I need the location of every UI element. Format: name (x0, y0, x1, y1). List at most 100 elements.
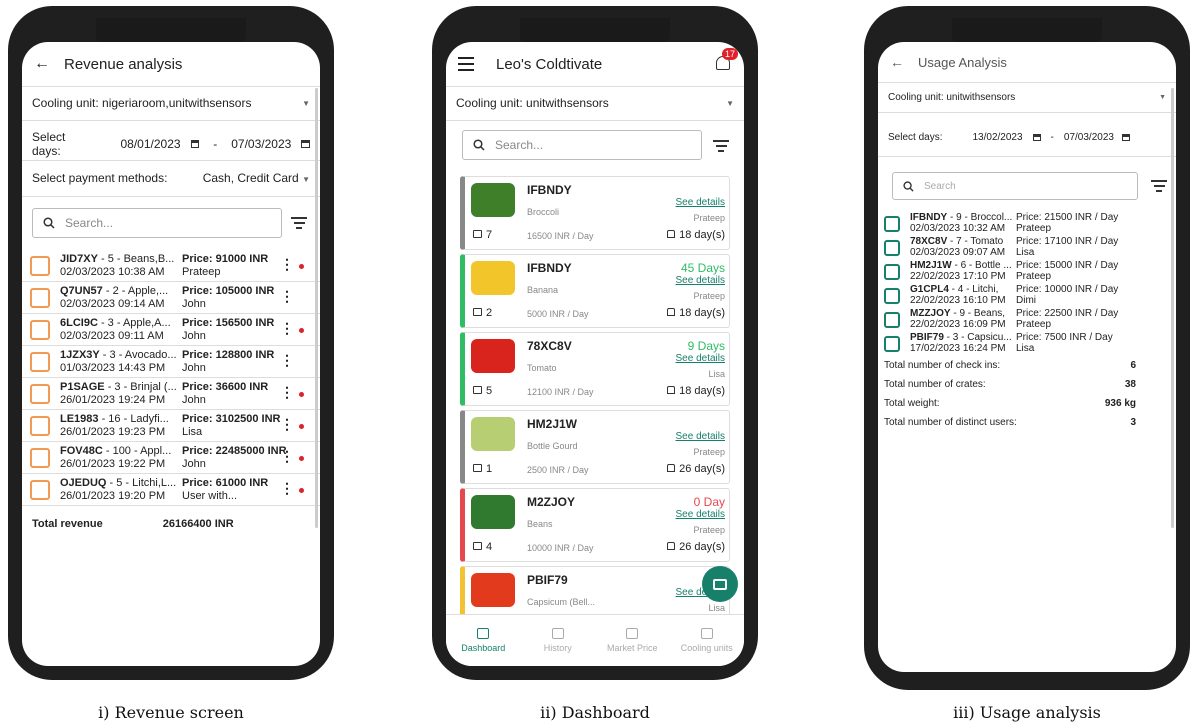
nav-item[interactable]: Cooling units (670, 615, 745, 666)
revenue-list-item[interactable]: FOV48C - 100 - Appl... 26/01/2023 19:22 P… (22, 442, 320, 474)
usage-list-item[interactable]: HM2J1W - 6 - Bottle ... 22/02/2023 17:10 … (884, 260, 1170, 283)
nav-item[interactable]: Dashboard (446, 615, 521, 666)
date-to-field[interactable]: 07/03/2023 (231, 137, 291, 151)
add-crate-fab[interactable] (702, 566, 738, 602)
more-vert-icon[interactable]: ⋮ (280, 353, 294, 367)
revenue-list-item[interactable]: JID7XY - 5 - Beans,B... 02/03/2023 10:38 … (22, 250, 320, 282)
crate-card[interactable]: M2ZJOY Beans 10000 INR / Day 4 0 Day See deta… (460, 488, 730, 562)
item-date: 01/03/2023 14:43 PM (60, 362, 166, 374)
more-vert-icon[interactable]: ⋮ (280, 481, 294, 495)
see-details-link[interactable]: See details (676, 431, 725, 442)
crate-code: IFBNDY (527, 183, 572, 197)
more-vert-icon[interactable]: ⋮ (280, 257, 294, 271)
revenue-list-item[interactable]: 6LCI9C - 3 - Apple,A... 02/03/2023 09:11 … (22, 314, 320, 346)
divider (878, 112, 1176, 113)
more-vert-icon[interactable]: ⋮ (280, 321, 294, 335)
date-range-row: Select days: 08/01/2023 - 07/03/2023 (22, 128, 320, 160)
item-user: User with... (182, 490, 238, 502)
revenue-list-item[interactable]: LE1983 - 16 - Ladyfi... 26/01/2023 19:23 … (22, 410, 320, 442)
menu-icon[interactable] (458, 57, 474, 71)
cooling-unit-select[interactable]: Cooling unit: unitwithsensors ▼ (878, 82, 1176, 112)
days-remaining: 0 Day (693, 495, 725, 509)
calendar-icon[interactable] (301, 140, 310, 148)
revenue-list-item[interactable]: OJEDUQ - 5 - Litchi,L... 26/01/2023 19:20… (22, 474, 320, 506)
crate-card[interactable]: 78XC8V Tomato 12100 INR / Day 5 9 Days See de… (460, 332, 730, 406)
revenue-list-item[interactable]: P1SAGE - 3 - Brinjal (... 26/01/2023 19:2… (22, 378, 320, 410)
crate-owner: Prateep (693, 213, 725, 223)
item-user: John (182, 394, 206, 406)
crate-count: 5 (473, 385, 492, 397)
item-date: 22/02/2023 16:10 PM (910, 295, 1006, 306)
crate-code: 78XC8V (527, 339, 572, 353)
crate-card[interactable]: IFBNDY Banana 5000 INR / Day 2 45 Days See de… (460, 254, 730, 328)
item-price-user: Price: 10000 INR / Day Dimi (1016, 284, 1118, 306)
calendar-icon[interactable] (190, 140, 200, 148)
date-from-field[interactable]: 13/02/2023 (972, 132, 1022, 143)
product-image (471, 495, 515, 529)
item-code: G1CPL4 (910, 284, 949, 295)
calendar-icon[interactable] (1032, 133, 1041, 141)
product-name: Beans (527, 519, 553, 529)
search-input[interactable]: Search... (462, 130, 702, 160)
more-vert-icon[interactable]: ⋮ (280, 385, 294, 399)
back-arrow-icon[interactable]: ← (890, 54, 904, 70)
filter-icon[interactable] (290, 217, 308, 231)
usage-list-item[interactable]: IFBNDY - 9 - Broccol... 02/03/2023 10:32 … (884, 212, 1170, 235)
scrollbar[interactable] (315, 88, 318, 528)
search-input[interactable]: Search (892, 172, 1138, 200)
item-price: Price: 128800 INR (182, 349, 275, 361)
back-arrow-icon[interactable]: ← (34, 55, 50, 73)
item-code: OJEDUQ (60, 477, 107, 489)
usage-screen: ← Usage Analysis Cooling unit: unitwiths… (878, 42, 1176, 672)
nav-item[interactable]: History (521, 615, 596, 666)
more-vert-icon[interactable]: ⋮ (280, 417, 294, 431)
cooling-unit-select[interactable]: Cooling unit: unitwithsensors ▼ (446, 86, 744, 120)
filter-icon[interactable] (1150, 180, 1168, 194)
bottom-nav: Dashboard History Market Price Cooling unit… (446, 614, 744, 666)
more-vert-icon[interactable]: ⋮ (280, 289, 294, 303)
date-from-field[interactable]: 08/01/2023 (121, 137, 181, 151)
cooling-unit-select[interactable]: Cooling unit: nigeriaroom,unitwithsensor… (22, 86, 320, 120)
usage-list-item[interactable]: 78XC8V - 7 - Tomato 02/03/2023 09:07 AM Pr… (884, 236, 1170, 259)
usage-list-item[interactable]: G1CPL4 - 4 - Litchi, 22/02/2023 16:10 PM P… (884, 284, 1170, 307)
phone-frame: ← Revenue analysis Cooling unit: nigeria… (8, 6, 334, 680)
crate-card[interactable]: IFBNDY Broccoli 16500 INR / Day 7 See detail… (460, 176, 730, 250)
item-price-user: Price: 3102500 INR Lisa (182, 413, 280, 439)
search-icon (43, 217, 55, 229)
usage-list-item[interactable]: PBIF79 - 3 - Capsicu... 17/02/2023 16:24 … (884, 332, 1170, 355)
item-user: Prateep (1016, 319, 1052, 330)
usage-list-item[interactable]: MZZJOY - 9 - Beans, 22/02/2023 16:09 PM Pr… (884, 308, 1170, 331)
payment-method-row[interactable]: Select payment methods: Cash, Credit Car… (22, 160, 320, 196)
item-summary: HM2J1W - 6 - Bottle ... 22/02/2023 17:10 … (910, 260, 1012, 282)
filter-icon[interactable] (712, 140, 730, 154)
see-details-link[interactable]: See details (676, 509, 725, 520)
item-user: John (182, 298, 206, 310)
cooling-unit-value: Cooling unit: nigeriaroom,unitwithsensor… (32, 96, 252, 110)
scrollbar[interactable] (1171, 88, 1174, 528)
price-per-day: 5000 INR / Day (527, 309, 589, 319)
search-input[interactable]: Search... (32, 208, 282, 238)
see-details-link[interactable]: See details (676, 353, 725, 364)
history-icon (551, 628, 564, 639)
crate-count-value: 7 (486, 229, 493, 241)
total-row: Total weight: 936 kg (884, 398, 1136, 409)
select-days-label: Select days: (888, 131, 943, 143)
date-to-field[interactable]: 07/03/2023 (1064, 132, 1114, 143)
crate-count: 4 (473, 541, 492, 553)
more-vert-icon[interactable]: ⋮ (280, 449, 294, 463)
revenue-list-item[interactable]: 1JZX3Y - 3 - Avocado... 01/03/2023 14:43 … (22, 346, 320, 378)
nav-item[interactable]: Market Price (595, 615, 670, 666)
crate-icon (30, 256, 50, 276)
crate-icon (884, 216, 900, 232)
crate-icon (473, 308, 482, 316)
total-label: Total number of check ins: (884, 360, 1001, 371)
see-details-link[interactable]: See details (676, 197, 725, 208)
total-label: Total weight: (884, 398, 940, 409)
crate-card[interactable]: HM2J1W Bottle Gourd 2500 INR / Day 1 See det… (460, 410, 730, 484)
revenue-list-item[interactable]: Q7UN57 - 2 - Apple,... 02/03/2023 09:14 A… (22, 282, 320, 314)
calendar-icon[interactable] (1121, 133, 1130, 141)
item-price-user: Price: 22500 INR / Day Prateep (1016, 308, 1118, 330)
home-icon (667, 230, 676, 238)
see-details-link[interactable]: See details (676, 275, 725, 286)
price-per-day: 12100 INR / Day (527, 387, 594, 397)
